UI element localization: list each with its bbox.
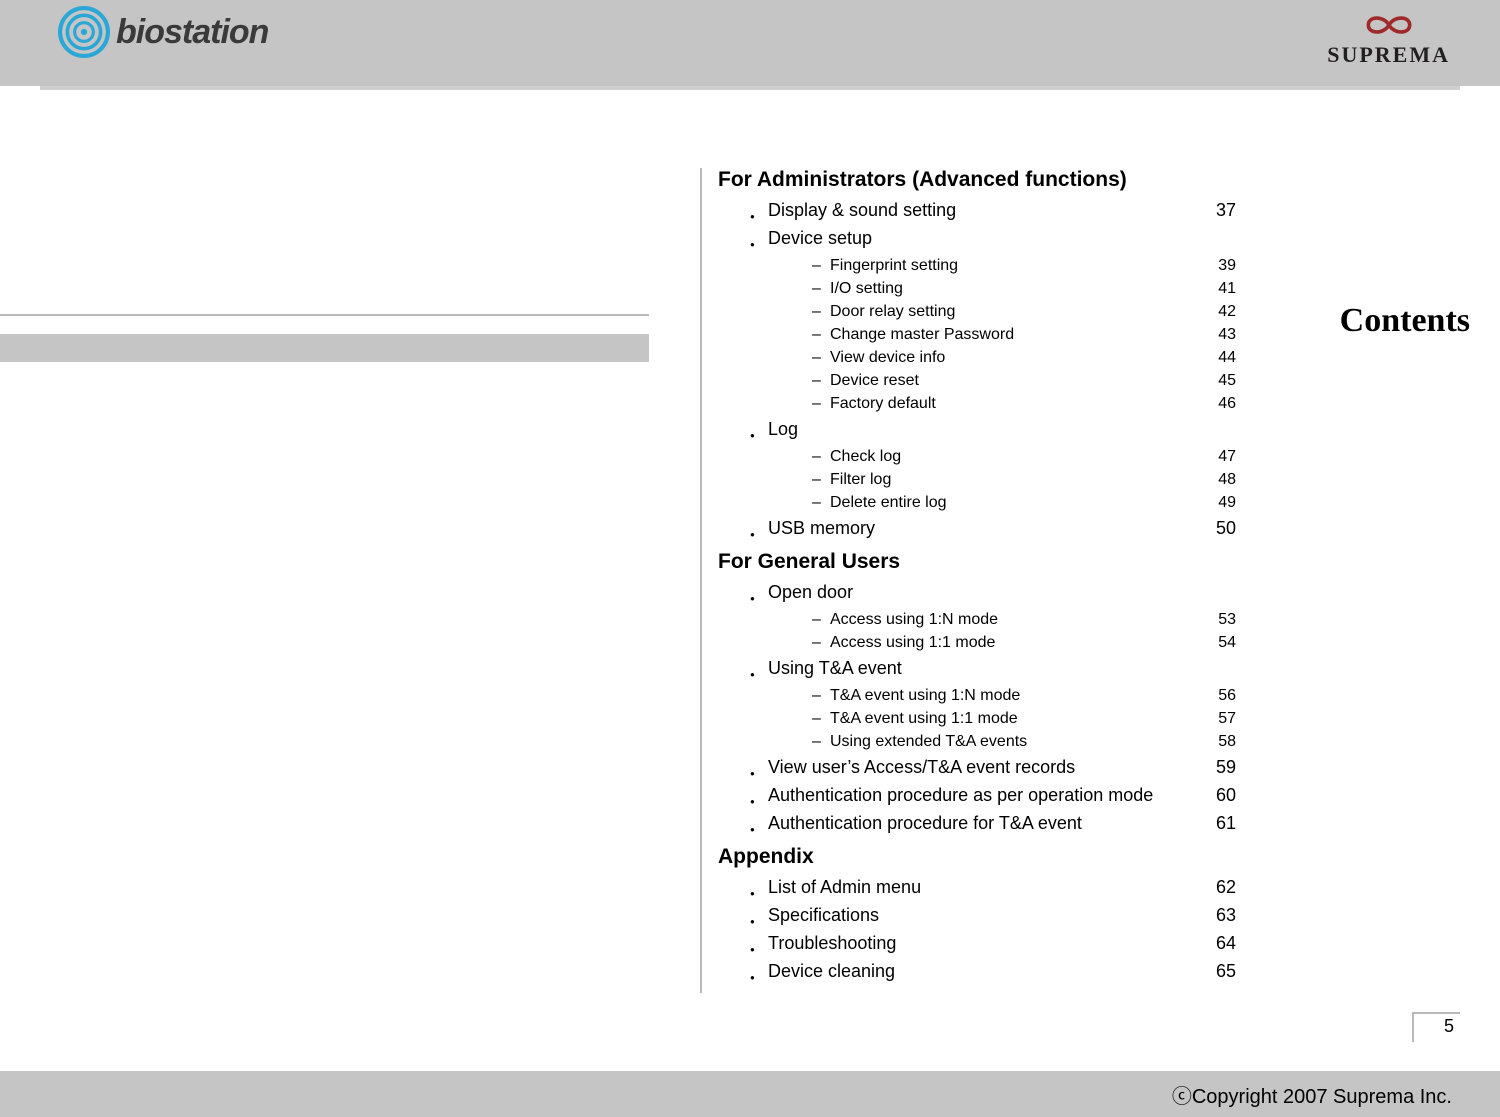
toc-item: Authentication procedure for T&A event61 (768, 809, 1236, 837)
toc-item: Troubleshooting64 (768, 929, 1236, 957)
toc-item-label: USB memory (768, 514, 1196, 542)
toc-subitem-label: T&A event using 1:N mode (830, 684, 1196, 707)
toc-subitem-page: 39 (1196, 254, 1236, 277)
toc-item-label: View user’s Access/T&A event records (768, 753, 1196, 781)
toc-subitem: Access using 1:1 mode54 (830, 631, 1236, 654)
toc-subitem-page: 45 (1196, 369, 1236, 392)
toc-item: View user’s Access/T&A event records59 (768, 753, 1236, 781)
toc-subitem-label: Check log (830, 445, 1196, 468)
toc-subitem-page: 57 (1196, 707, 1236, 730)
toc-subitem-label: View device info (830, 346, 1196, 369)
toc-subitem: T&A event using 1:1 mode57 (830, 707, 1236, 730)
copyright-text: ⓒCopyright 2007 Suprema Inc. (1172, 1080, 1452, 1109)
toc-subitem: Fingerprint setting39 (830, 254, 1236, 277)
page-number: 5 (1412, 1012, 1460, 1042)
toc-subitem-label: Filter log (830, 468, 1196, 491)
toc-subitem-label: Fingerprint setting (830, 254, 1196, 277)
toc-section-heading: For Administrators (Advanced functions) (718, 168, 1236, 192)
toc-subitem-page: 42 (1196, 300, 1236, 323)
footer-bar: ⓒCopyright 2007 Suprema Inc. (0, 1071, 1500, 1117)
toc-item-page: 64 (1196, 929, 1236, 957)
toc-item: Device cleaning65 (768, 957, 1236, 985)
toc-item-label: Authentication procedure for T&A event (768, 809, 1196, 837)
contents-divider-top (0, 314, 649, 316)
logo-suprema-text: SUPREMA (1327, 42, 1450, 68)
toc-subitem-label: Device reset (830, 369, 1196, 392)
toc-subitem-label: Change master Password (830, 323, 1196, 346)
toc-item-page: 50 (1196, 514, 1236, 542)
toc-item-label: Using T&A event (768, 654, 1196, 682)
toc-item-page: 65 (1196, 957, 1236, 985)
toc-subitem-page: 41 (1196, 277, 1236, 300)
toc-subitem: Device reset45 (830, 369, 1236, 392)
toc-item-label: Authentication procedure as per operatio… (768, 781, 1196, 809)
spiral-icon (58, 6, 110, 58)
contents-bar (0, 334, 649, 362)
logo-suprema: SUPREMA (1327, 8, 1450, 68)
toc-item-label: Specifications (768, 901, 1196, 929)
toc-subitem-label: Access using 1:N mode (830, 608, 1196, 631)
toc-item-page: 60 (1196, 781, 1236, 809)
toc-item-label: Open door (768, 578, 1196, 606)
toc-subitem: Access using 1:N mode53 (830, 608, 1236, 631)
toc-subitem: Change master Password43 (830, 323, 1236, 346)
toc-subitem-label: T&A event using 1:1 mode (830, 707, 1196, 730)
table-of-contents: For Administrators (Advanced functions) … (700, 168, 1236, 993)
toc-subitem: Factory default46 (830, 392, 1236, 415)
toc-item-page: 63 (1196, 901, 1236, 929)
toc-item-label: Log (768, 415, 1196, 443)
toc-subitem-label: Using extended T&A events (830, 730, 1196, 753)
toc-subitem-page: 43 (1196, 323, 1236, 346)
toc-subitem-page: 46 (1196, 392, 1236, 415)
toc-subitem: T&A event using 1:N mode56 (830, 684, 1236, 707)
toc-item-page: 61 (1196, 809, 1236, 837)
toc-item-label: Troubleshooting (768, 929, 1196, 957)
toc-item: Authentication procedure as per operatio… (768, 781, 1236, 809)
toc-subitem-label: Door relay setting (830, 300, 1196, 323)
toc-subitem: Using extended T&A events58 (830, 730, 1236, 753)
toc-item-label: List of Admin menu (768, 873, 1196, 901)
toc-subitem-page: 58 (1196, 730, 1236, 753)
toc-subitem-page: 47 (1196, 445, 1236, 468)
contents-heading: Contents (1340, 302, 1470, 340)
toc-item-label: Display & sound setting (768, 196, 1196, 224)
toc-subitem-label: Access using 1:1 mode (830, 631, 1196, 654)
toc-subitem-label: Delete entire log (830, 491, 1196, 514)
toc-item-page: 59 (1196, 753, 1236, 781)
toc-subitem-page: 49 (1196, 491, 1236, 514)
toc-item-label: Device cleaning (768, 957, 1196, 985)
toc-item: Using T&A event T&A event using 1:N mode… (768, 654, 1236, 753)
toc-item-label: Device setup (768, 224, 1196, 252)
toc-item-page: 37 (1196, 196, 1236, 224)
toc-subitem: Delete entire log49 (830, 491, 1236, 514)
logo-biostation-text: biostation (116, 13, 268, 52)
toc-item: USB memory50 (768, 514, 1236, 542)
toc-item: Log Check log47 Filter log48 Delete enti… (768, 415, 1236, 514)
toc-subitem-label: I/O setting (830, 277, 1196, 300)
infinity-icon (1358, 8, 1420, 42)
toc-subitem: Filter log48 (830, 468, 1236, 491)
toc-subitem-page: 53 (1196, 608, 1236, 631)
toc-subitem-page: 44 (1196, 346, 1236, 369)
toc-item: Specifications63 (768, 901, 1236, 929)
toc-subitem-page: 54 (1196, 631, 1236, 654)
toc-item: List of Admin menu62 (768, 873, 1236, 901)
toc-item: Device setup Fingerprint setting39 I/O s… (768, 224, 1236, 415)
toc-subitem: I/O setting41 (830, 277, 1236, 300)
toc-subitem: Check log47 (830, 445, 1236, 468)
toc-item-page: 62 (1196, 873, 1236, 901)
toc-section-heading: For General Users (718, 550, 1236, 574)
toc-subitem: Door relay setting42 (830, 300, 1236, 323)
toc-item: Open door Access using 1:N mode53 Access… (768, 578, 1236, 654)
toc-section-heading: Appendix (718, 845, 1236, 869)
logo-biostation: biostation (58, 6, 268, 58)
toc-subitem: View device info44 (830, 346, 1236, 369)
toc-subitem-page: 48 (1196, 468, 1236, 491)
top-divider (40, 86, 1460, 90)
toc-subitem-page: 56 (1196, 684, 1236, 707)
toc-item: Display & sound setting37 (768, 196, 1236, 224)
toc-subitem-label: Factory default (830, 392, 1196, 415)
